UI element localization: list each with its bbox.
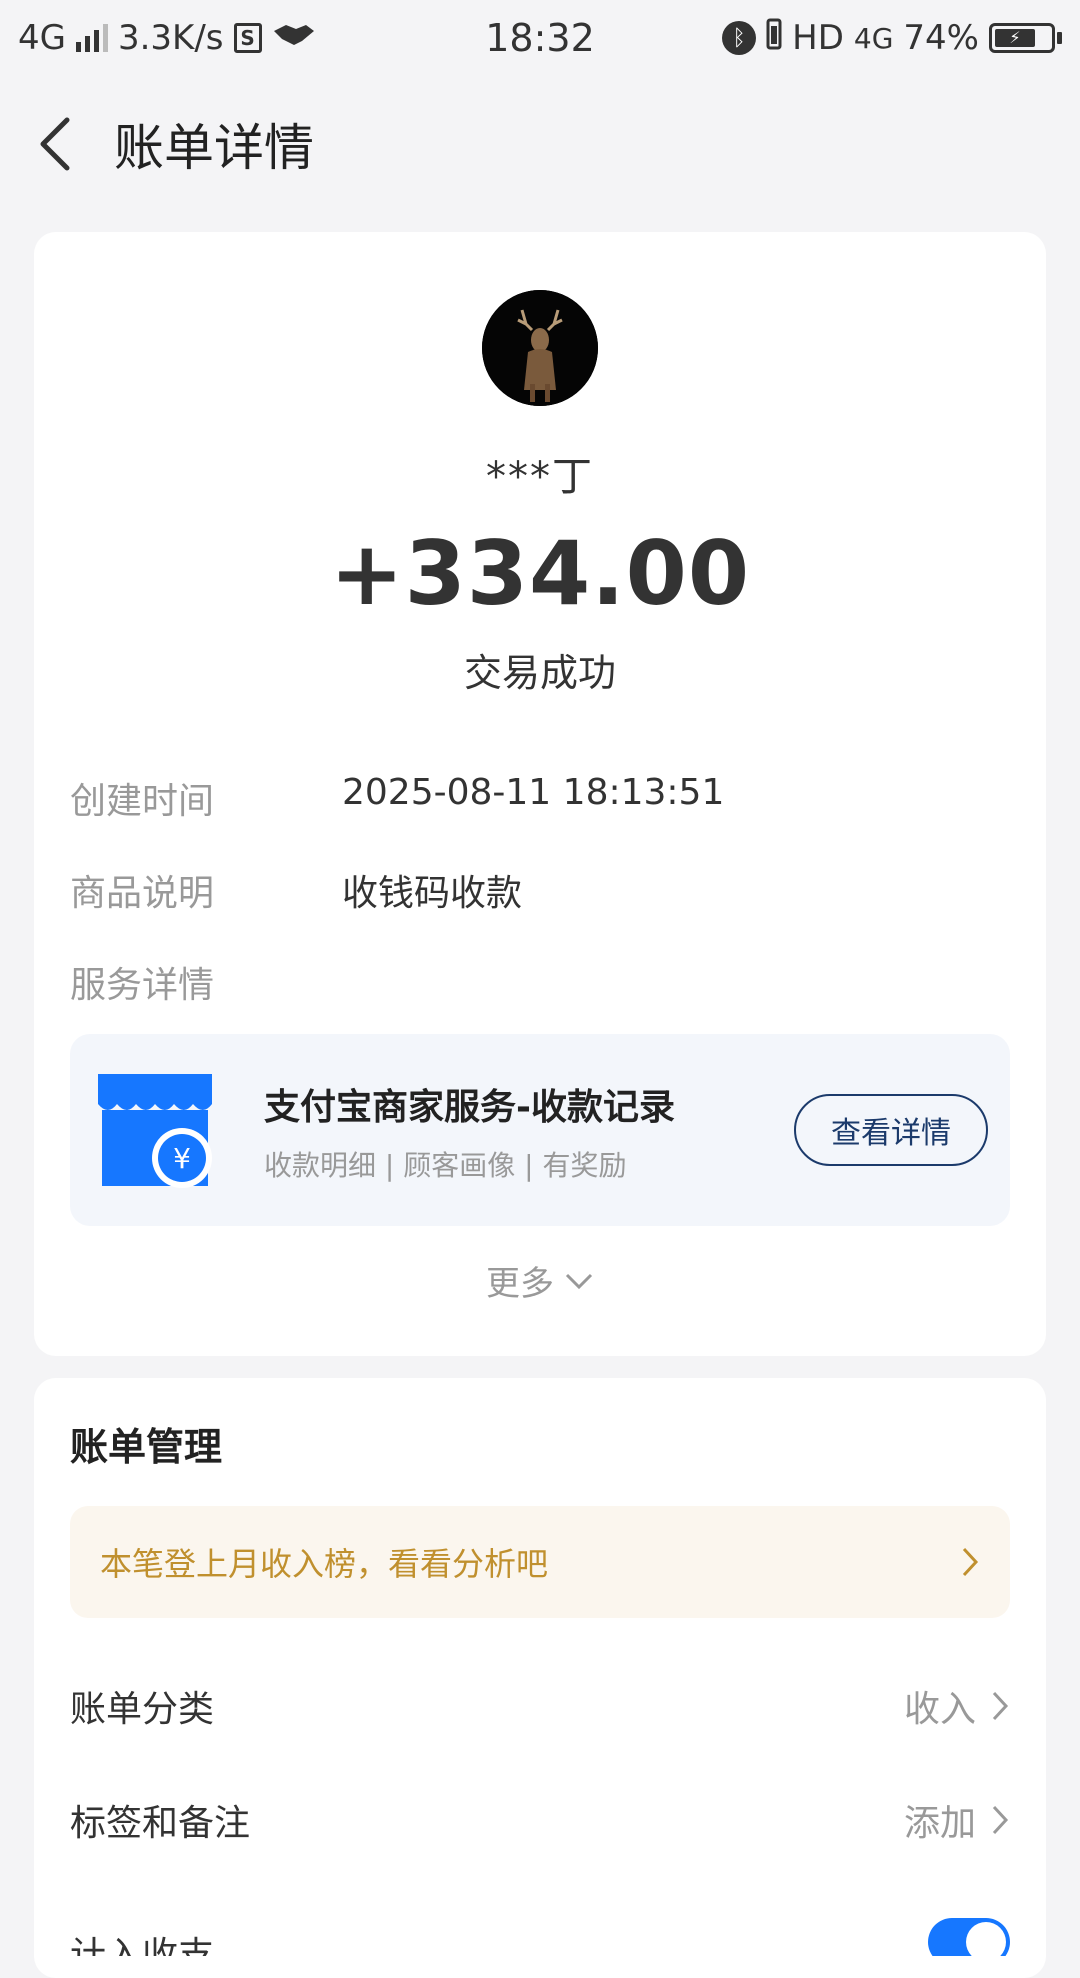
toggle-knob	[966, 1922, 1006, 1956]
chevron-right-icon	[992, 1691, 1009, 1721]
payer-name: ***丁	[486, 454, 594, 500]
deer-avatar-image	[482, 290, 598, 406]
section-title: 账单管理	[70, 1425, 223, 1469]
top-bar: 账单详情	[0, 96, 1080, 192]
row-value-wrap: 添加	[904, 1794, 1010, 1846]
avatar[interactable]	[482, 290, 598, 406]
battery-icon: ⚡	[989, 23, 1062, 53]
page-title: 账单详情	[114, 119, 314, 177]
svg-text:¥: ¥	[173, 1142, 191, 1175]
status-bar-left: 4G 3.3K/s S	[18, 18, 316, 58]
detail-row-product: 商品说明 收钱码收款	[70, 864, 1010, 916]
app-notification-icon: S	[233, 23, 262, 53]
bill-management-card: 账单管理 本笔登上月收入榜，看看分析吧 账单分类 收入 标签和备注 添加 计入收…	[34, 1378, 1046, 1978]
chevron-right-icon	[962, 1547, 979, 1577]
count-in-budget-toggle[interactable]	[928, 1918, 1010, 1956]
detail-value: 2025-08-11 18:13:51	[342, 772, 725, 813]
detail-label: 服务详情	[70, 965, 215, 1006]
transaction-card: ***丁 +334.00 交易成功 创建时间 2025-08-11 18:13:…	[34, 232, 1046, 1356]
handshake-icon	[272, 18, 316, 58]
row-bill-category[interactable]: 账单分类 收入	[70, 1680, 1010, 1732]
status-bar-right: ᛒ HD 4G 74% ⚡	[722, 18, 1062, 59]
row-value-wrap: 收入	[904, 1680, 1010, 1732]
detail-row-created-time: 创建时间 2025-08-11 18:13:51	[70, 772, 1010, 824]
detail-row-service: 服务详情	[70, 956, 1010, 1008]
income-rank-banner[interactable]: 本笔登上月收入榜，看看分析吧	[70, 1506, 1010, 1618]
row-label: 标签和备注	[70, 1803, 251, 1844]
signal-icon	[75, 24, 108, 52]
status-bar: 4G 3.3K/s S 18:32 ᛒ HD 4G 74% ⚡	[0, 0, 1080, 76]
bluetooth-icon: ᛒ	[722, 21, 757, 55]
more-label: 更多	[486, 1264, 554, 1304]
view-details-button[interactable]: 查看详情	[794, 1094, 988, 1166]
detail-value: 收钱码收款	[342, 873, 523, 914]
back-button[interactable]	[0, 96, 110, 192]
promo-text: 本笔登上月收入榜，看看分析吧	[100, 1545, 549, 1583]
chevron-right-icon	[992, 1805, 1009, 1835]
battery-percent: 74%	[903, 18, 979, 58]
network-speed: 3.3K/s	[117, 18, 224, 58]
row-tags-notes[interactable]: 标签和备注 添加	[70, 1794, 1010, 1846]
row-label: 计入收支	[70, 1935, 215, 1956]
row-count-in-budget: 计入收支	[70, 1896, 1010, 1956]
detail-label: 商品说明	[70, 873, 215, 914]
chevron-down-icon	[565, 1273, 593, 1289]
merchant-service-card[interactable]: ¥ 支付宝商家服务-收款记录 收款明细 | 顾客画像 | 有奖励 查看详情	[70, 1034, 1010, 1226]
hd-indicator: HD	[792, 18, 844, 58]
transaction-status: 交易成功	[463, 651, 616, 695]
row-label: 账单分类	[70, 1689, 215, 1730]
more-toggle[interactable]: 更多	[34, 1256, 1046, 1305]
network-type-right: 4G	[853, 21, 894, 55]
row-value: 添加	[903, 1803, 976, 1844]
chevron-left-icon	[40, 117, 70, 171]
service-subtitle: 收款明细 | 顾客画像 | 有奖励	[264, 1149, 627, 1182]
row-value: 收入	[903, 1689, 976, 1730]
shop-icon: ¥	[92, 1070, 218, 1190]
amount: +334.00	[329, 522, 751, 625]
vibrate-icon	[766, 18, 782, 59]
network-type: 4G	[18, 18, 66, 58]
service-title: 支付宝商家服务-收款记录	[264, 1087, 675, 1128]
detail-label: 创建时间	[70, 781, 215, 822]
